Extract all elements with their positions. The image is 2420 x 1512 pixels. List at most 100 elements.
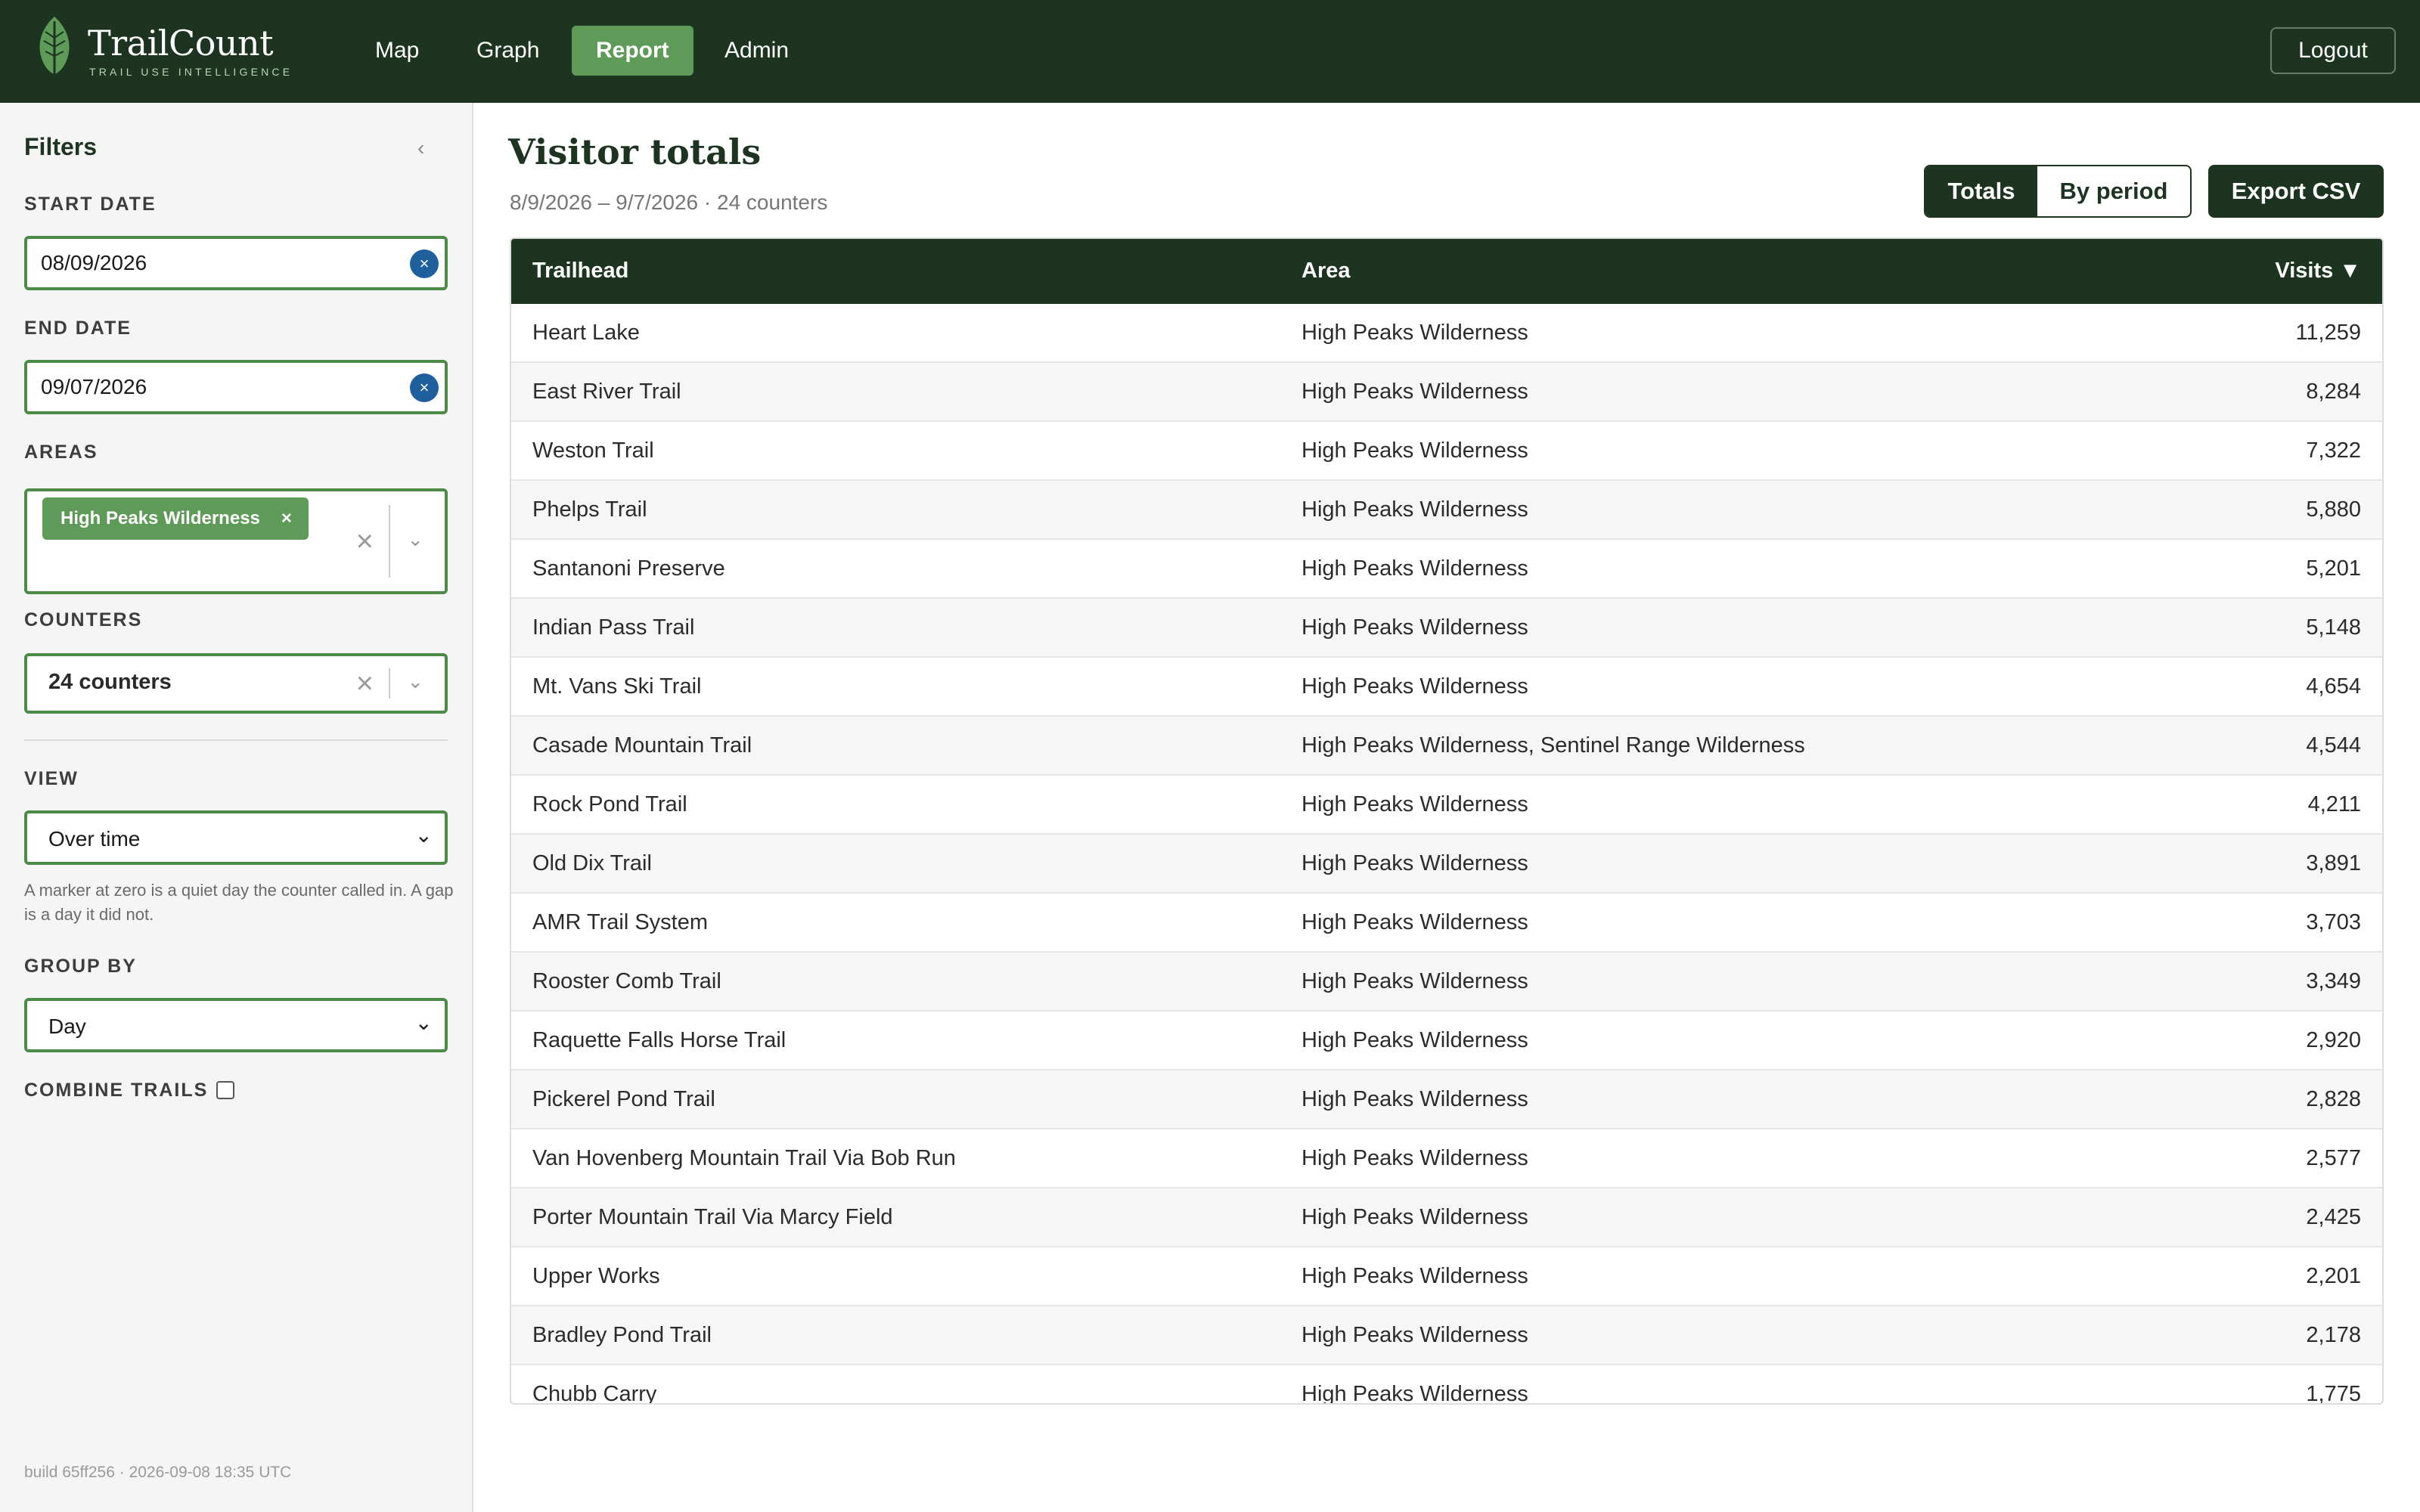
counters-value: 24 counters [48,670,172,694]
chevron-down-icon: ⌄ [414,823,433,847]
trailhead-cell: Santanoni Preserve [532,556,725,581]
table-row[interactable]: Heart Lake High Peaks Wilderness 11,259 [511,304,2382,363]
visits-cell: 3,891 [2306,851,2361,875]
visits-cell: 7,322 [2306,438,2361,463]
view-select[interactable]: Over time ⌄ [24,810,448,865]
page-title: Visitor totals [508,132,762,172]
clear-end-date-icon[interactable]: × [410,373,439,402]
clear-areas-icon[interactable]: × [356,526,374,556]
visits-cell: 1,775 [2306,1382,2361,1405]
table-row[interactable]: Rooster Comb Trail High Peaks Wilderness 3… [511,953,2382,1012]
nav-admin[interactable]: Admin [700,26,813,76]
table-row[interactable]: Santanoni Preserve High Peaks Wilderness 5… [511,540,2382,599]
table-row[interactable]: Raquette Falls Horse Trail High Peaks Wil… [511,1012,2382,1070]
brand-tagline: TRAIL USE INTELLIGENCE [89,66,293,78]
export-csv-button[interactable]: Export CSV [2208,165,2384,218]
chevron-down-icon[interactable]: ⌄ [407,528,424,551]
trailhead-cell: Porter Mountain Trail Via Marcy Field [532,1205,893,1229]
trailhead-cell: Old Dix Trail [532,851,652,875]
visits-cell: 5,148 [2306,615,2361,640]
visits-cell: 8,284 [2306,380,2361,404]
areas-multiselect[interactable]: High Peaks Wilderness × × ⌄ [24,488,448,594]
table-row[interactable]: Phelps Trail High Peaks Wilderness 5,880 [511,481,2382,540]
trailhead-cell: Pickerel Pond Trail [532,1087,715,1111]
clear-start-date-icon[interactable]: × [410,249,439,278]
table-row[interactable]: Rock Pond Trail High Peaks Wilderness 4,21… [511,776,2382,835]
visits-cell: 2,178 [2306,1323,2361,1347]
chevron-left-icon[interactable]: ‹ [417,136,424,160]
table-row[interactable]: AMR Trail System High Peaks Wilderness 3,7… [511,894,2382,953]
remove-chip-icon[interactable]: × [281,497,292,540]
column-header-trailhead[interactable]: Trailhead [532,259,628,284]
logout-button[interactable]: Logout [2270,27,2396,74]
area-cell: High Peaks Wilderness [1302,674,1528,699]
column-header-area[interactable]: Area [1302,259,1351,284]
view-label: VIEW [24,768,79,789]
end-date-input[interactable]: 09/07/2026 × [24,360,448,414]
end-date-value: 09/07/2026 [41,375,147,398]
start-date-input[interactable]: 08/09/2026 × [24,236,448,290]
area-cell: High Peaks Wilderness [1302,321,1528,345]
table-row[interactable]: East River Trail High Peaks Wilderness 8,2… [511,363,2382,422]
trailhead-cell: Indian Pass Trail [532,615,695,640]
filters-title: Filters [24,133,98,160]
area-cell: High Peaks Wilderness [1302,497,1528,522]
totals-toggle-button[interactable]: Totals [1925,166,2037,216]
table-row[interactable]: Weston Trail High Peaks Wilderness 7,322 [511,422,2382,481]
visits-cell: 3,349 [2306,969,2361,993]
sidebar-divider [24,739,448,741]
by-period-toggle-button[interactable]: By period [2037,166,2190,216]
area-cell: High Peaks Wilderness [1302,1146,1528,1170]
area-cell: High Peaks Wilderness [1302,615,1528,640]
filters-sidebar: Filters ‹ START DATE 08/09/2026 × END DA… [0,103,473,1512]
table-row[interactable]: Van Hovenberg Mountain Trail Via Bob Run… [511,1129,2382,1188]
leaf-logo-icon[interactable] [33,15,76,80]
area-cell: High Peaks Wilderness, Sentinel Range Wi… [1302,733,1805,758]
table-row[interactable]: Old Dix Trail High Peaks Wilderness 3,891 [511,835,2382,894]
group-by-select[interactable]: Day ⌄ [24,998,448,1052]
counters-label: COUNTERS [24,609,143,631]
table-row[interactable]: Porter Mountain Trail Via Marcy Field Hig… [511,1188,2382,1247]
chevron-down-icon[interactable]: ⌄ [407,670,424,693]
trailhead-cell: Mt. Vans Ski Trail [532,674,702,699]
nav-graph[interactable]: Graph [452,26,563,76]
area-cell: High Peaks Wilderness [1302,792,1528,816]
areas-separator [389,505,390,578]
table-row[interactable]: Indian Pass Trail High Peaks Wilderness 5,… [511,599,2382,658]
table-row[interactable]: Casade Mountain Trail High Peaks Wilderne… [511,717,2382,776]
area-cell: High Peaks Wilderness [1302,1382,1528,1405]
counters-select[interactable]: 24 counters × ⌄ [24,653,448,714]
area-cell: High Peaks Wilderness [1302,380,1528,404]
top-navbar: TrailCount TRAIL USE INTELLIGENCE Map Gr… [0,0,2420,103]
table-row[interactable]: Upper Works High Peaks Wilderness 2,201 [511,1247,2382,1306]
area-cell: High Peaks Wilderness [1302,969,1528,993]
visits-cell: 2,828 [2306,1087,2361,1111]
visitor-totals-table: Trailhead Area Visits ▼ Heart Lake High P… [510,237,2384,1405]
view-select-value: Over time [48,827,141,850]
view-help-text: A marker at zero is a quiet day the coun… [24,881,454,924]
trailhead-cell: Bradley Pond Trail [532,1323,712,1347]
area-cell: High Peaks Wilderness [1302,1264,1528,1288]
trailhead-cell: Van Hovenberg Mountain Trail Via Bob Run [532,1146,956,1170]
combine-trails-checkbox[interactable] [216,1081,234,1099]
visits-cell: 2,425 [2306,1205,2361,1229]
visits-cell: 5,880 [2306,497,2361,522]
table-row[interactable]: Bradley Pond Trail High Peaks Wilderness 2… [511,1306,2382,1365]
area-cell: High Peaks Wilderness [1302,1028,1528,1052]
area-cell: High Peaks Wilderness [1302,1323,1528,1347]
area-cell: High Peaks Wilderness [1302,910,1528,934]
visits-cell: 2,920 [2306,1028,2361,1052]
visits-cell: 2,201 [2306,1264,2361,1288]
nav-map[interactable]: Map [351,26,443,76]
brand-name[interactable]: TrailCount [88,23,274,64]
trailhead-cell: Chubb Carry [532,1382,657,1405]
visits-cell: 2,577 [2306,1146,2361,1170]
visits-cell: 4,654 [2306,674,2361,699]
table-row[interactable]: Pickerel Pond Trail High Peaks Wilderness… [511,1070,2382,1129]
clear-counters-icon[interactable]: × [356,668,374,699]
table-row[interactable]: Chubb Carry High Peaks Wilderness 1,775 [511,1365,2382,1405]
visits-cell: 3,703 [2306,910,2361,934]
table-row[interactable]: Mt. Vans Ski Trail High Peaks Wilderness 4… [511,658,2382,717]
nav-report[interactable]: Report [572,26,693,76]
column-header-visits[interactable]: Visits ▼ [2275,259,2361,284]
